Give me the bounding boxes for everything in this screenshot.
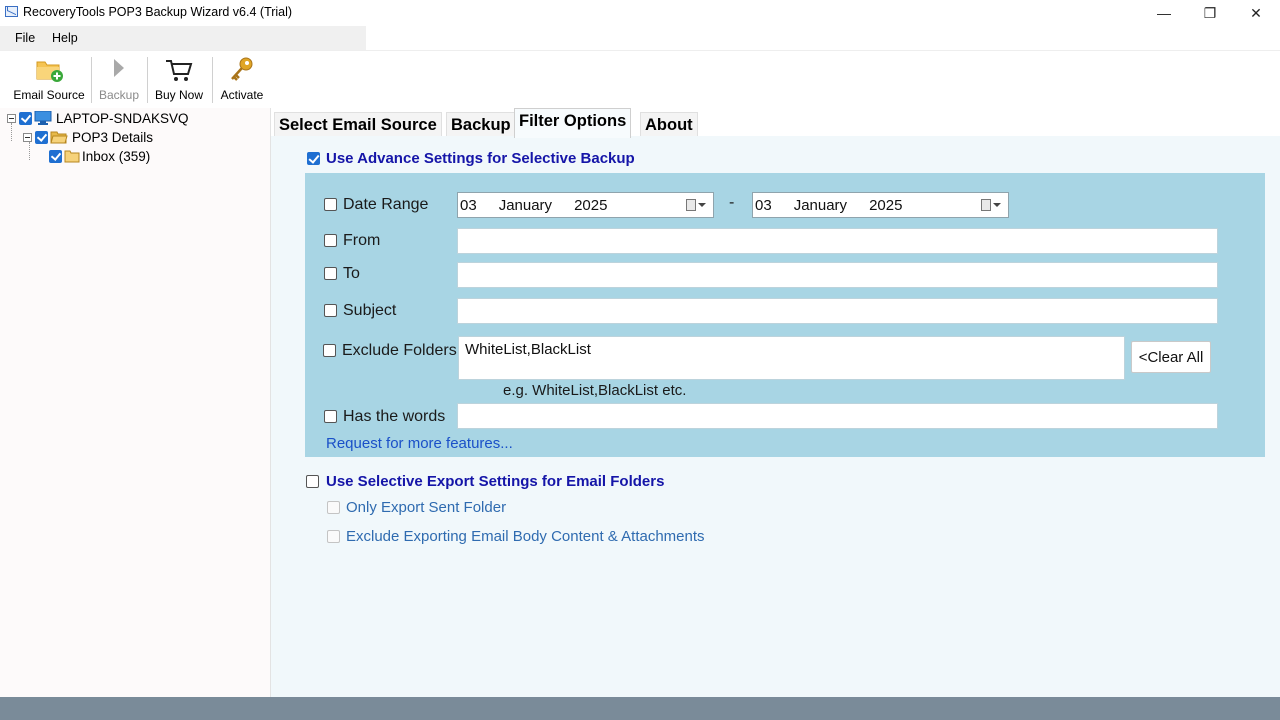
from-label: From [343, 232, 381, 249]
folder-open-icon [50, 130, 68, 144]
status-bar [0, 697, 1280, 720]
computer-icon [34, 110, 52, 125]
tab-filter-options[interactable]: Filter Options [514, 108, 632, 138]
tab-label: Filter Options [519, 112, 627, 130]
minimize-button[interactable]: — [1141, 0, 1187, 26]
play-icon [103, 55, 135, 85]
tree-node-computer[interactable]: LAPTOP-SNDAKSVQ [7, 109, 189, 127]
selective-export-heading[interactable]: Use Selective Export Settings for Email … [326, 473, 664, 490]
subject-input[interactable] [457, 298, 1218, 324]
date-range-label: Date Range [343, 196, 429, 213]
tab-label: Select Email Source [279, 116, 437, 134]
title-bar: RecoveryTools POP3 Backup Wizard v6.4 (T… [0, 0, 1280, 26]
to-input[interactable] [457, 262, 1218, 288]
tab-about[interactable]: About [640, 112, 698, 136]
clear-all-button[interactable]: <Clear All [1131, 341, 1211, 373]
has-words-input[interactable] [457, 403, 1218, 429]
toolbar-divider [212, 57, 213, 103]
calendar-dropdown-icon[interactable] [981, 199, 1001, 211]
date-to-month: January [793, 196, 848, 214]
toolbar-divider [147, 57, 148, 103]
to-checkbox[interactable] [324, 267, 337, 280]
close-icon: ✕ [1250, 4, 1262, 21]
menu-bar-filler [366, 26, 1280, 50]
clear-all-label: <Clear All [1138, 348, 1204, 366]
menu-file[interactable]: File [15, 31, 35, 45]
tab-select-email-source[interactable]: Select Email Source [274, 112, 442, 136]
app-mail-icon [5, 6, 18, 17]
cart-icon [163, 55, 195, 85]
backup-label: Backup [98, 88, 140, 102]
date-from-picker[interactable]: 03 January 2025 [457, 192, 714, 218]
filter-options-panel: Use Advance Settings for Selective Backu… [271, 136, 1280, 697]
backup-button[interactable]: Backup [96, 55, 142, 107]
tree-label-inbox: Inbox (359) [82, 148, 151, 164]
exclude-folders-hint: e.g. WhiteList,BlackList etc. [503, 382, 687, 399]
tree-checkbox[interactable] [49, 149, 62, 163]
restore-button[interactable]: ❐ [1187, 0, 1233, 26]
activate-label: Activate [220, 88, 264, 102]
folder-add-icon [33, 55, 65, 85]
date-from-year: 2025 [574, 196, 608, 214]
to-label: To [343, 265, 360, 282]
date-to-day: 03 [755, 196, 772, 214]
date-to-year: 2025 [869, 196, 903, 214]
subject-checkbox[interactable] [324, 304, 337, 317]
activate-button[interactable]: Activate [216, 55, 268, 107]
exclude-folders-input[interactable]: WhiteList,BlackList [458, 336, 1125, 380]
tree-node-account[interactable]: POP3 Details [23, 128, 153, 146]
tree-checkbox[interactable] [35, 130, 48, 144]
subject-label: Subject [343, 302, 397, 319]
tree-checkbox[interactable] [19, 111, 32, 125]
has-words-label: Has the words [343, 408, 446, 425]
window-title: RecoveryTools POP3 Backup Wizard v6.4 (T… [23, 5, 293, 19]
date-from-day: 03 [460, 196, 477, 214]
tab-strip: Select Email Source Backup Filter Option… [271, 108, 1280, 138]
close-button[interactable]: ✕ [1233, 0, 1279, 26]
toolbar: Email Source Backup Buy Now Activate [0, 50, 1280, 108]
menu-bar: File Help [0, 26, 366, 50]
date-range-checkbox[interactable] [324, 198, 337, 211]
folder-icon [64, 150, 80, 163]
date-separator: - [729, 194, 735, 211]
exclude-body-label: Exclude Exporting Email Body Content & A… [346, 528, 705, 545]
advance-settings-checkbox[interactable] [307, 152, 320, 165]
toolbar-divider [91, 57, 92, 103]
exclude-folders-value: WhiteList,BlackList [465, 341, 591, 358]
only-sent-label: Only Export Sent Folder [346, 499, 507, 516]
collapse-icon[interactable] [7, 113, 16, 123]
minimize-icon: — [1157, 5, 1171, 21]
advance-settings-heading[interactable]: Use Advance Settings for Selective Backu… [326, 150, 635, 167]
tree-label-computer: LAPTOP-SNDAKSVQ [56, 110, 189, 126]
calendar-dropdown-icon[interactable] [686, 199, 706, 211]
has-words-checkbox[interactable] [324, 410, 337, 423]
buy-now-label: Buy Now [154, 88, 204, 102]
tab-backup[interactable]: Backup [446, 112, 516, 136]
tab-label: Backup [451, 116, 511, 134]
collapse-icon[interactable] [23, 132, 32, 142]
from-checkbox[interactable] [324, 234, 337, 247]
exclude-body-checkbox[interactable] [327, 530, 340, 543]
exclude-folders-label: Exclude Folders [342, 342, 457, 359]
tab-label: About [645, 116, 693, 134]
tree-node-inbox[interactable]: Inbox (359) [49, 147, 150, 165]
exclude-folders-checkbox[interactable] [323, 344, 336, 357]
selective-export-checkbox[interactable] [306, 475, 319, 488]
from-input[interactable] [457, 228, 1218, 254]
key-icon [226, 55, 258, 85]
restore-icon: ❐ [1203, 4, 1217, 21]
advance-filter-box: Date Range 03 January 2025 - 03 January … [305, 173, 1265, 457]
buy-now-button[interactable]: Buy Now [152, 55, 206, 107]
email-source-label: Email Source [13, 88, 85, 102]
date-from-month: January [498, 196, 553, 214]
tree-label-account: POP3 Details [72, 129, 154, 145]
menu-help[interactable]: Help [52, 31, 78, 45]
only-sent-checkbox[interactable] [327, 501, 340, 514]
request-features-link[interactable]: Request for more features... [326, 435, 513, 452]
folder-tree-panel: LAPTOP-SNDAKSVQ POP3 Details Inbox (359) [0, 108, 271, 697]
email-source-button[interactable]: Email Source [12, 55, 86, 107]
date-to-picker[interactable]: 03 January 2025 [752, 192, 1009, 218]
